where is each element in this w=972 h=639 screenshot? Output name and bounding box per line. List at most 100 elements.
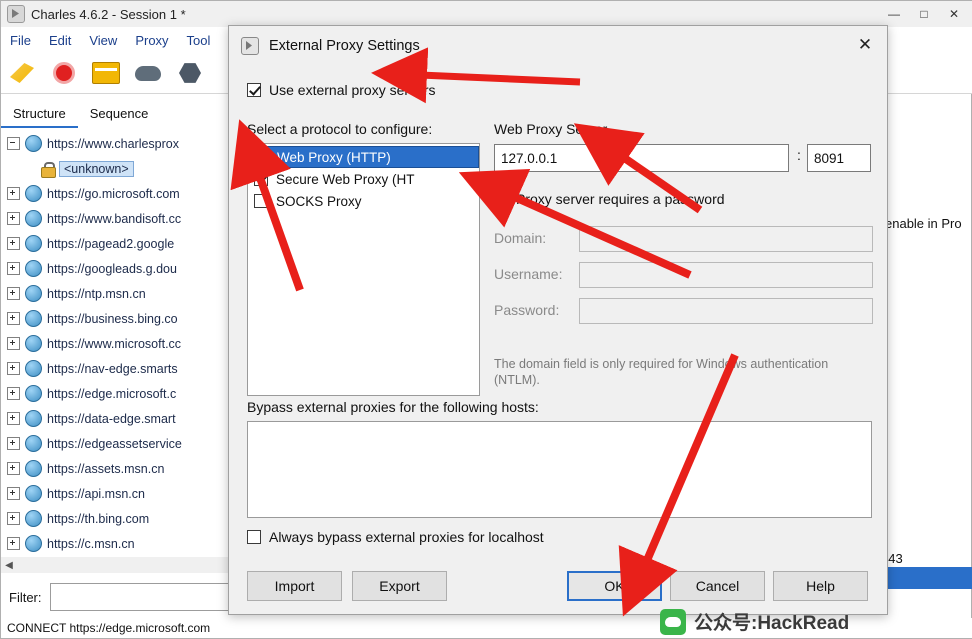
selected-row-highlight xyxy=(881,567,972,589)
tree-row-label: https://www.bandisoft.cc xyxy=(47,211,182,226)
window-controls: — □ ✕ xyxy=(879,1,969,27)
help-button[interactable]: Help xyxy=(773,571,868,601)
expand-icon[interactable] xyxy=(7,512,20,525)
proxy-port-input[interactable] xyxy=(807,144,871,172)
globe-icon xyxy=(25,435,42,452)
tree-row-label: https://go.microsoft.com xyxy=(47,186,180,201)
expand-icon[interactable] xyxy=(7,537,20,550)
wechat-icon xyxy=(660,608,686,635)
window-title: Charles 4.6.2 - Session 1 * xyxy=(31,6,186,22)
tree-row-label: https://assets.msn.cn xyxy=(47,461,165,476)
menu-tools[interactable]: Tool xyxy=(178,30,220,51)
expand-icon[interactable] xyxy=(7,412,20,425)
expand-icon[interactable] xyxy=(7,262,20,275)
tree-row-label: https://edge.microsoft.c xyxy=(47,386,177,401)
globe-icon xyxy=(25,410,42,427)
expand-icon[interactable] xyxy=(7,287,20,300)
scroll-left-icon[interactable]: ◀ xyxy=(1,560,17,571)
tab-sequence[interactable]: Sequence xyxy=(78,102,161,128)
ok-button[interactable]: OK xyxy=(567,571,662,601)
globe-icon xyxy=(25,135,42,152)
title-bar: Charles 4.6.2 - Session 1 * — □ ✕ xyxy=(1,1,972,28)
username-input[interactable] xyxy=(579,262,873,288)
tree-row-label: https://ntp.msn.cn xyxy=(47,286,146,301)
tree-row-label: https://business.bing.co xyxy=(47,311,178,326)
use-external-proxy-row[interactable]: Use external proxy servers xyxy=(247,82,436,98)
globe-icon xyxy=(25,260,42,277)
expand-icon[interactable] xyxy=(7,237,20,250)
domain-input[interactable] xyxy=(579,226,873,252)
dialog-title-bar: External Proxy Settings xyxy=(229,26,887,66)
minimize-button[interactable]: — xyxy=(879,3,909,25)
secure-web-proxy-checkbox[interactable] xyxy=(254,172,268,186)
expand-icon[interactable] xyxy=(7,487,20,500)
domain-label: Domain: xyxy=(494,230,547,246)
expand-icon[interactable] xyxy=(7,337,20,350)
web-proxy-checkbox[interactable] xyxy=(255,150,269,164)
tab-structure[interactable]: Structure xyxy=(1,102,78,128)
import-button[interactable]: Import xyxy=(247,571,342,601)
protocol-item-label: Secure Web Proxy (HT xyxy=(276,171,415,187)
host-port-separator: : xyxy=(797,147,801,163)
cloud-button[interactable] xyxy=(127,56,169,90)
protocol-list[interactable]: Web Proxy (HTTP) Secure Web Proxy (HT SO… xyxy=(247,143,480,396)
broom-icon xyxy=(10,63,34,83)
cancel-button[interactable]: Cancel xyxy=(670,571,765,601)
expand-icon[interactable] xyxy=(7,462,20,475)
globe-icon xyxy=(25,185,42,202)
menu-edit[interactable]: Edit xyxy=(40,30,80,51)
external-proxy-settings-dialog: External Proxy Settings ✕ Use external p… xyxy=(228,25,888,615)
protocol-item-web-proxy[interactable]: Web Proxy (HTTP) xyxy=(248,146,479,168)
bypass-label: Bypass external proxies for the followin… xyxy=(247,399,539,415)
clear-button[interactable] xyxy=(1,56,43,90)
expand-icon[interactable] xyxy=(7,437,20,450)
requires-password-checkbox[interactable] xyxy=(494,192,508,206)
tree-row-label: https://pagead2.google xyxy=(47,236,175,251)
use-external-proxy-checkbox[interactable] xyxy=(247,83,261,97)
always-bypass-label: Always bypass external proxies for local… xyxy=(269,529,544,545)
expand-icon[interactable] xyxy=(7,212,20,225)
globe-icon xyxy=(25,385,42,402)
proxy-host-input[interactable] xyxy=(494,144,789,172)
tree-row-label: https://th.bing.com xyxy=(47,511,150,526)
pro-hint-text: enable in Pro xyxy=(885,216,962,231)
tree-row-label: https://edgeassetservice xyxy=(47,436,182,451)
password-input[interactable] xyxy=(579,298,873,324)
throttle-icon xyxy=(92,62,120,84)
expand-icon[interactable] xyxy=(7,187,20,200)
tree-row-label: https://googleads.g.dou xyxy=(47,261,177,276)
requires-password-row[interactable]: Proxy server requires a password xyxy=(494,191,725,207)
screen: Charles 4.6.2 - Session 1 * — □ ✕ File E… xyxy=(0,0,972,639)
record-icon xyxy=(53,62,75,84)
close-button[interactable]: ✕ xyxy=(939,3,969,25)
password-label: Password: xyxy=(494,302,560,318)
globe-icon xyxy=(25,510,42,527)
socks-proxy-checkbox[interactable] xyxy=(254,194,268,208)
close-icon[interactable]: ✕ xyxy=(843,26,887,64)
requires-password-label: Proxy server requires a password xyxy=(516,191,725,207)
menu-file[interactable]: File xyxy=(1,30,40,51)
always-bypass-row[interactable]: Always bypass external proxies for local… xyxy=(247,529,544,545)
expand-icon[interactable] xyxy=(7,312,20,325)
menu-view[interactable]: View xyxy=(80,30,126,51)
collapse-icon[interactable] xyxy=(7,137,20,150)
record-button[interactable] xyxy=(43,56,85,90)
tree-row-label: https://nav-edge.smarts xyxy=(47,361,178,376)
throttle-button[interactable] xyxy=(85,56,127,90)
maximize-button[interactable]: □ xyxy=(909,3,939,25)
expand-icon[interactable] xyxy=(7,362,20,375)
bypass-hosts-textarea[interactable] xyxy=(247,421,872,518)
charles-icon xyxy=(7,5,25,23)
hex-icon xyxy=(179,63,201,83)
compose-button[interactable] xyxy=(169,56,211,90)
menu-proxy[interactable]: Proxy xyxy=(126,30,177,51)
export-button[interactable]: Export xyxy=(352,571,447,601)
protocol-item-secure-web-proxy[interactable]: Secure Web Proxy (HT xyxy=(248,168,479,190)
globe-icon xyxy=(25,285,42,302)
always-bypass-checkbox[interactable] xyxy=(247,530,261,544)
tree-row-label: https://www.microsoft.cc xyxy=(47,336,182,351)
cloud-icon xyxy=(135,65,161,81)
protocol-section-label: Select a protocol to configure: xyxy=(247,121,433,137)
protocol-item-socks-proxy[interactable]: SOCKS Proxy xyxy=(248,190,479,212)
expand-icon[interactable] xyxy=(7,387,20,400)
